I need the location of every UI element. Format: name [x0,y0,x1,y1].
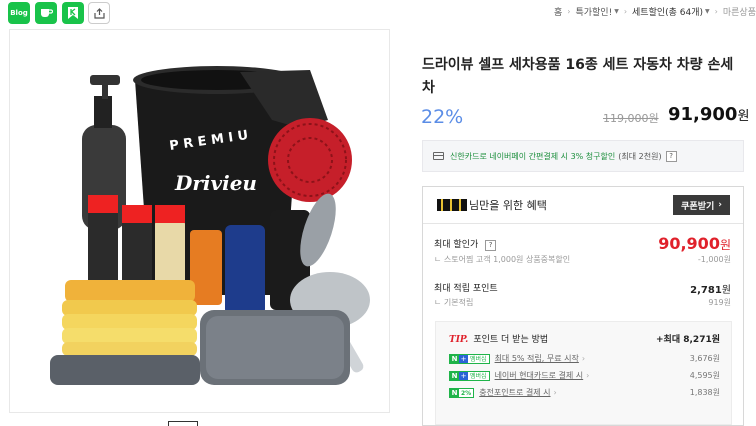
max-points-currency: 원 [721,285,731,296]
chevron-right-icon: › [586,371,590,380]
max-discount-currency: 원 [719,238,731,252]
naver-n-icon: N [450,371,459,380]
tip-item-charge-points[interactable]: N 2% 충전포인트로 결제 시 › 1,838원 [449,387,720,398]
base-points-label: ㄴ 기본적립 [434,298,474,307]
caret-down-icon[interactable]: ▼ [705,8,710,15]
benefit-title: 님만을 위한 혜택 [469,199,547,212]
sale-price-value: 91,900 [668,104,738,125]
max-points-amount: 2,781원 [690,281,731,296]
caret-down-icon[interactable]: ▼ [614,8,619,15]
base-points-value: 919원 [708,298,731,307]
blog-icon: Blog [10,9,28,17]
breadcrumb-separator-icon: › [714,7,718,16]
product-image[interactable]: P R E M I U Drivieu [9,29,390,413]
share-cafe-button[interactable] [35,2,57,24]
tip-item-text: 네이버 현대카드로 결제 시 [494,371,584,380]
tip-item-text: 충전포인트로 결제 시 [479,388,551,397]
naver-n-icon: N [450,354,459,363]
store-discount-label: ㄴ 스토어찜 고객 1,000원 상품중복할인 [434,255,571,264]
sale-price-currency: 원 [737,109,750,124]
share-url-button[interactable] [88,2,110,24]
tip-heading-text: 포인트 더 받는 방법 [473,335,549,345]
sale-price: 91,900원 [668,104,749,125]
benefit-panel: 님만을 위한 혜택 쿠폰받기 › 최대 할인가 ? 90,900원 ㄴ 스토어찜… [422,186,744,426]
coupon-button[interactable]: 쿠폰받기 › [673,195,730,215]
share-arrow-icon [93,7,105,19]
breadcrumb: 홈 › 특가할인! ▼ › 세트할인(총 64개) ▼ › 마른상품 [554,5,756,18]
naver-pay-percent-badge: N 2% [449,387,475,398]
discount-rate: 22% [421,106,464,128]
help-icon[interactable]: ? [665,150,677,162]
bookmark-k-icon [68,7,78,19]
masked-username [437,199,467,211]
max-discount-amount: 90,900원 [658,234,731,253]
credit-card-icon [433,152,444,160]
naver-plus-membership-badge: N + 멤버십 [449,353,490,364]
tip-box: TIP. 포인트 더 받는 방법 +최대 8,271원 N + 멤버십 최대 5% 적… [435,321,732,425]
naver-plus-membership-badge: N + 멤버십 [449,370,490,381]
badge-text: 2% [459,388,474,397]
coupon-button-label: 쿠폰받기 [681,201,715,212]
tip-item-text: 최대 5% 적립, 무료 시작 [494,354,579,363]
breadcrumb-separator-icon: › [567,7,571,16]
naver-n-icon: N [450,388,459,397]
badge-text: 멤버십 [468,354,489,363]
store-discount-text: 스토어찜 고객 1,000원 상품중복할인 [443,255,571,264]
tip-word: TIP. [449,335,469,345]
coffee-cup-icon [41,9,53,17]
top-bar: Blog 홈 › 특가할인! ▼ › 세트할인(총 64개) ▼ › 마른상품 [0,0,756,26]
card-promotion: 신한카드로 네이버페이 간편결제 시 3% 청구할인 (최대 2천원) ? [422,140,744,172]
tip-item-hyundai-card[interactable]: N + 멤버십 네이버 현대카드로 결제 시 › 4,595원 [449,370,720,381]
max-points-value: 2,781 [690,285,722,296]
help-icon[interactable]: ? [485,240,497,251]
max-discount-value: 90,900 [658,234,720,253]
product-title: 드라이뷰 셀프 세차용품 16종 세트 자동차 차량 손세차 [422,57,734,96]
store-discount-value: -1,000원 [697,255,731,264]
tip-item-membership[interactable]: N + 멤버십 최대 5% 적립, 무료 시작 › 3,676원 [449,353,720,364]
card-promo-text: 신한카드로 네이버페이 간편결제 시 3% 청구할인 [450,151,616,161]
tip-item-value: 1,838원 [689,388,720,397]
max-discount-label: 최대 할인가 [434,240,479,250]
car-wash-kit-illustration: P R E M I U Drivieu [50,66,370,385]
share-keep-button[interactable] [62,2,84,24]
store-discount-row: ㄴ 스토어찜 고객 1,000원 상품중복할인 -1,000원 [434,254,731,265]
tip-item-value: 3,676원 [689,354,720,363]
svg-text:Drivieu: Drivieu [174,171,257,195]
original-price: 119,000원 [603,112,659,125]
benefit-header: 님만을 위한 혜택 쿠폰받기 › [423,187,743,224]
breadcrumb-more[interactable]: 마른상품 [723,5,756,18]
breadcrumb-home[interactable]: 홈 [554,5,562,18]
thumbnail-indicator[interactable] [168,421,198,426]
breadcrumb-separator-icon: › [623,7,628,16]
plus-icon: + [459,354,468,363]
breadcrumb-set-sale[interactable]: 세트할인(총 64개) [632,5,703,18]
badge-text: 멤버십 [468,371,489,380]
chevron-right-icon: › [553,388,557,397]
breadcrumb-special[interactable]: 특가할인! [575,5,612,18]
share-blog-button[interactable]: Blog [8,2,30,24]
base-points-text: 기본적립 [443,298,474,307]
chevron-right-icon: › [718,200,722,210]
tip-heading: TIP. 포인트 더 받는 방법 [449,332,548,345]
base-points-row: ㄴ 기본적립 919원 [434,297,731,308]
tip-item-value: 4,595원 [689,371,720,380]
plus-icon: + [459,371,468,380]
card-promo-sub: (최대 2천원) [618,151,662,161]
max-discount-row: 최대 할인가 ? 90,900원 [434,234,731,253]
chevron-right-icon: › [581,354,586,363]
max-points-label: 최대 적립 포인트 [434,284,498,294]
tip-max-points: +최대 8,271원 [656,335,720,345]
max-points-row: 최대 적립 포인트 2,781원 [434,281,731,296]
